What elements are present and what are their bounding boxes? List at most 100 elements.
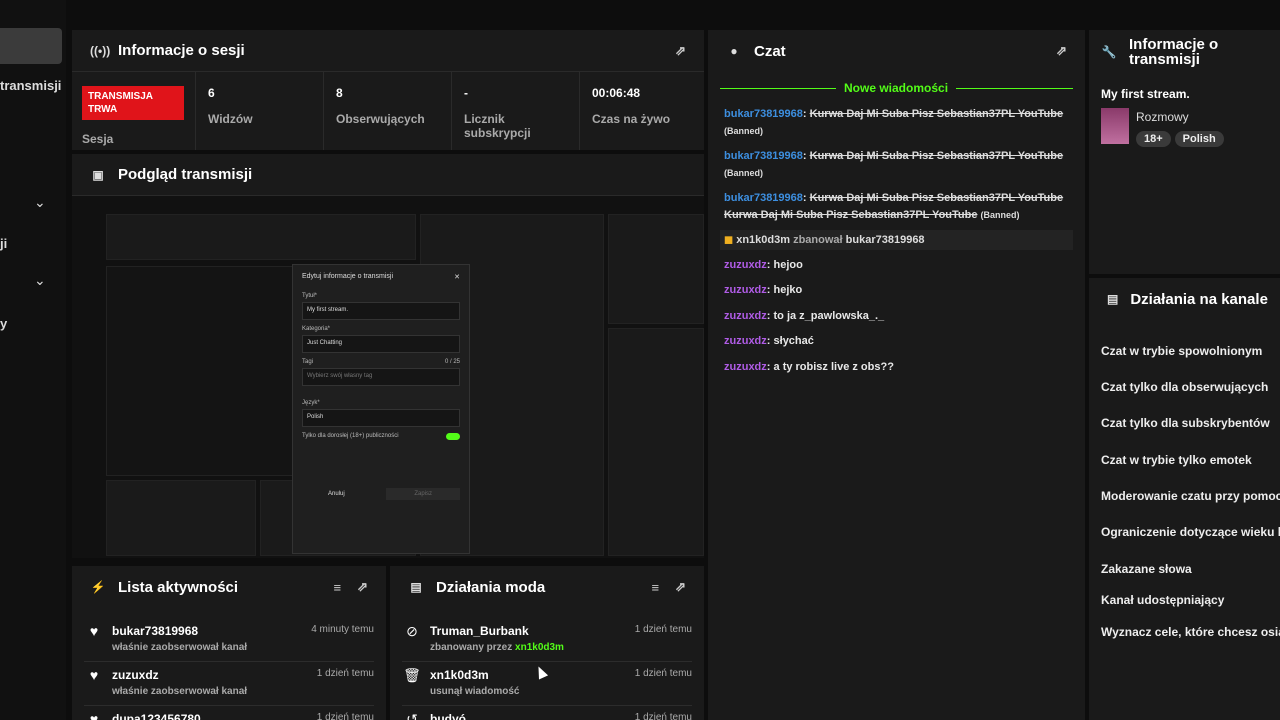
list-item[interactable]: ♥ zuzuxdz właśnie zaobserwował kanał 1 dz… <box>84 662 374 706</box>
filter-icon[interactable]: ≡ <box>334 580 342 595</box>
channel-action-item[interactable]: Czat w trybie tylko emotek <box>1101 453 1252 467</box>
edit-stream-modal: Edytuj informacje o transmisji ✕ Tytuł* … <box>292 264 470 554</box>
panel-title: Działania na kanale <box>1130 290 1268 308</box>
sidebar-item-transmisji[interactable]: transmisji <box>0 78 66 93</box>
bolt-icon: ⚡ <box>90 580 106 594</box>
chat-username[interactable]: zuzuxdz <box>724 310 767 322</box>
chat-text: hejko <box>773 284 803 296</box>
session-label: Sesja <box>82 132 114 146</box>
chat-username[interactable]: bukar73819968 <box>724 192 803 204</box>
list-item[interactable]: ♥ bukar73819968 właśnie zaobserwował kana… <box>84 618 374 662</box>
channel-action-item[interactable]: Czat tylko dla obserwujących <box>1101 380 1268 394</box>
chat-message[interactable]: bukar73819968: Kurwa Daj Mi Suba Pisz Se… <box>724 106 1073 140</box>
live-badge: TRANSMISJA TRWA <box>82 86 184 120</box>
modal-title-input[interactable]: My first stream. <box>302 302 460 320</box>
toggle-switch[interactable] <box>446 433 460 440</box>
channel-action-item[interactable]: Czat w trybie spowolnionym <box>1101 344 1262 358</box>
chat-message[interactable]: zuzuxdz: hejoo <box>724 257 1073 274</box>
chat-message[interactable]: zuzuxdz: a ty robisz live z obs?? <box>724 359 1073 376</box>
popout-icon[interactable]: ⇗ <box>675 579 686 595</box>
chat-username[interactable]: zuzuxdz <box>724 259 767 271</box>
mod-time: 1 dzień temu <box>634 668 692 679</box>
activity-user: dupa123456780 <box>112 712 201 720</box>
cancel-button[interactable]: Anuluj <box>302 488 371 500</box>
channel-actions-header: ▤ Działania na kanale <box>1089 278 1280 320</box>
category-name[interactable]: Rozmowy <box>1136 110 1189 124</box>
clipboard-icon: ▤ <box>410 580 422 594</box>
stat-label: Widzów <box>208 112 253 126</box>
channel-action-item[interactable]: Wyznacz cele, które chcesz osią <box>1101 625 1280 639</box>
chat-username[interactable]: zuzuxdz <box>724 284 767 296</box>
heart-icon: ♥ <box>89 667 99 683</box>
activity-time: 4 minuty temu <box>311 624 374 635</box>
close-icon[interactable]: ✕ <box>454 273 460 281</box>
panel-title: Działania moda <box>436 578 546 596</box>
broadcast-icon: ((•)) <box>90 43 111 58</box>
panel-title: Informacje o sesji <box>118 42 245 59</box>
chat-username[interactable]: bukar73819968 <box>724 108 803 120</box>
channel-action-item[interactable]: Kanał udostępniający <box>1101 593 1224 607</box>
modal-category-label: Kategoria* <box>302 326 331 332</box>
mod-actions-header: ▤ Działania moda ≡ ⇗ <box>390 566 704 608</box>
mod-time: 1 dzień temu <box>634 712 692 720</box>
popout-icon[interactable]: ⇗ <box>675 43 686 59</box>
chat-username[interactable]: zuzuxdz <box>724 335 767 347</box>
banned-label: (Banned) <box>724 168 763 178</box>
filter-icon[interactable]: ≡ <box>652 580 660 595</box>
modal-adult-row: Tylko dla dorosłej (18+) publiczności <box>302 433 460 440</box>
mod-sub: zbanowany przez xn1k0d3m <box>430 642 564 653</box>
modal-category-select[interactable]: Just Chatting <box>302 335 460 353</box>
channel-action-item[interactable]: Moderowanie czatu przy pomocy <box>1101 489 1280 503</box>
ban-mod[interactable]: xn1k0d3m <box>736 234 790 246</box>
modal-lang-select[interactable]: Polish <box>302 409 460 427</box>
channel-action-item[interactable]: Zakazane słowa <box>1101 562 1192 576</box>
preview-header: ▣ Podgląd transmisji <box>72 154 704 196</box>
shield-icon: ◼ <box>724 234 734 246</box>
list-item[interactable]: ⊘ Truman_Burbank zbanowany przez xn1k0d3m… <box>402 618 692 662</box>
save-button[interactable]: Zapisz <box>386 488 460 500</box>
sidebar-item-y[interactable]: y <box>0 316 7 331</box>
mod-actions-panel: ▤ Działania moda ≡ ⇗ ⊘ Truman_Burbankzba… <box>390 566 704 720</box>
chevron-down-icon[interactable]: ⌄ <box>34 272 46 289</box>
stat-value: 6 <box>208 86 215 100</box>
list-item[interactable]: ↺ budyó 1 dzień temu <box>402 706 692 720</box>
preview-ghost-panel <box>106 480 256 556</box>
stat-subs: - Licznik subskrypcji <box>452 72 580 150</box>
ban-action: zbanował <box>793 234 843 246</box>
stream-preview[interactable]: Edytuj informacje o transmisji ✕ Tytuł* … <box>72 196 704 558</box>
activity-sub: właśnie zaobserwował kanał <box>112 642 248 653</box>
chat-username[interactable]: zuzuxdz <box>724 361 767 373</box>
activity-time: 1 dzień temu <box>316 668 374 679</box>
ban-icon: ⊘ <box>406 623 418 639</box>
trash-icon: 🗑 <box>403 667 421 683</box>
ban-target[interactable]: bukar73819968 <box>846 234 925 246</box>
channel-action-item[interactable]: Czat tylko dla subskrybentów <box>1101 416 1270 430</box>
tag-badge[interactable]: Polish <box>1174 131 1224 147</box>
mod-time: 1 dzień temu <box>634 624 692 635</box>
mod-sub-text: zbanowany przez <box>430 642 513 653</box>
chat-message[interactable]: bukar73819968: Kurwa Daj Mi Suba Pisz Se… <box>724 148 1073 182</box>
chat-message[interactable]: bukar73819968: Kurwa Daj Mi Suba Pisz Se… <box>724 190 1073 224</box>
wrench-icon: 🔧 <box>1101 45 1117 59</box>
popout-icon[interactable]: ⇗ <box>1056 43 1067 59</box>
mod-sub: usunął wiadomość <box>430 686 520 697</box>
session-info-header: ((•)) Informacje o sesji ⇗ <box>72 30 704 72</box>
list-item[interactable]: 🗑 xn1k0d3m usunął wiadomość 1 dzień temu <box>402 662 692 706</box>
tag-badge[interactable]: 18+ <box>1136 131 1171 147</box>
mod-by-user[interactable]: xn1k0d3m <box>515 642 564 653</box>
chat-message[interactable]: zuzuxdz: hejko <box>724 282 1073 299</box>
chevron-down-icon[interactable]: ⌄ <box>34 194 46 211</box>
modal-lang-label: Język* <box>302 400 320 406</box>
sidebar-item-ji[interactable]: ji <box>0 236 7 251</box>
mod-user: Truman_Burbank <box>430 624 529 638</box>
sidebar-top-button[interactable] <box>0 28 62 64</box>
list-item[interactable]: ♥ dupa123456780 1 dzień temu <box>84 706 374 720</box>
popout-icon[interactable]: ⇗ <box>357 579 368 595</box>
modal-tags-input[interactable]: Wybierz swój własny tag <box>302 368 460 386</box>
chat-message[interactable]: zuzuxdz: to ja z_pawlowska_._ <box>724 308 1073 325</box>
chat-text: hejoo <box>773 259 803 271</box>
channel-action-item[interactable]: Ograniczenie dotyczące wieku k <box>1101 525 1280 539</box>
chat-message[interactable]: zuzuxdz: słychać <box>724 333 1073 350</box>
activity-user: bukar73819968 <box>112 624 199 638</box>
chat-username[interactable]: bukar73819968 <box>724 150 803 162</box>
